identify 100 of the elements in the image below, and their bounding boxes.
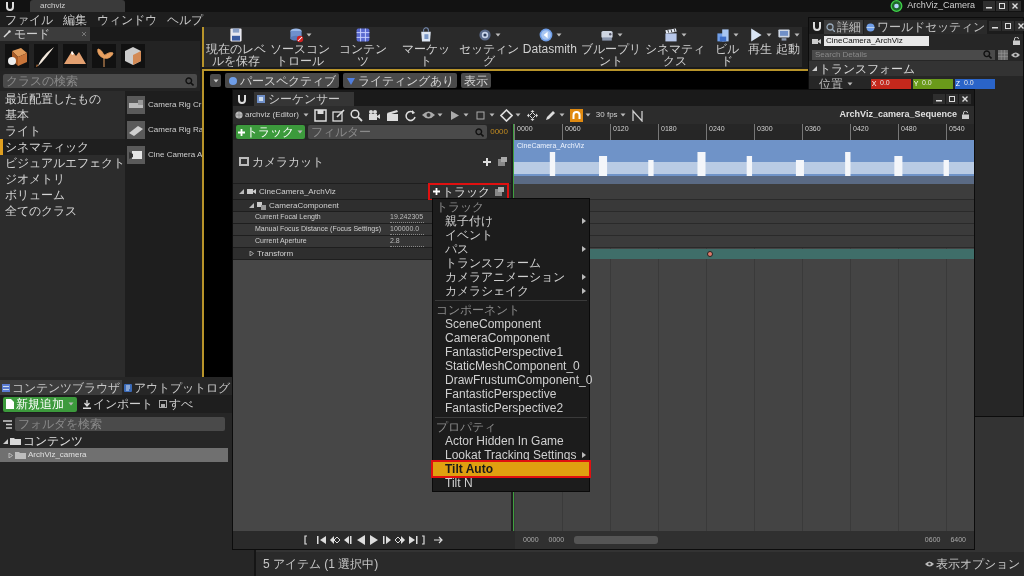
toolbar-button[interactable]: コンテンツ: [333, 27, 394, 67]
add-track-button[interactable]: トラック: [430, 184, 507, 199]
menu-item[interactable]: Actor Hidden In Game: [433, 434, 589, 448]
menu-item[interactable]: 親子付け: [433, 214, 589, 228]
keyframe[interactable]: [707, 251, 714, 257]
add-new-button[interactable]: 新規追加: [3, 396, 77, 412]
menu-item[interactable]: Tilt Auto: [433, 462, 589, 476]
asset-label[interactable]: Cine Camera A: [148, 148, 203, 161]
menu-item[interactable]: FantasticPerspective2: [433, 401, 589, 415]
toolbar-button[interactable]: セッティング: [457, 27, 520, 67]
menu-item[interactable]: StaticMeshComponent_0: [433, 359, 589, 373]
maximize-button[interactable]: [1002, 21, 1014, 31]
rail-icon[interactable]: [127, 95, 145, 114]
crane-icon[interactable]: [127, 120, 145, 139]
save-all-button[interactable]: すべ: [159, 398, 193, 410]
tree-item-selected[interactable]: ArchViz_camera: [0, 448, 228, 462]
step-forward-icon[interactable]: [382, 535, 392, 545]
video-camera-icon[interactable]: [367, 108, 381, 122]
search-icon[interactable]: [349, 108, 363, 122]
previous-key-icon[interactable]: [330, 535, 340, 545]
document-tab[interactable]: archviz: [30, 0, 125, 12]
view-options-button[interactable]: 表示オプション: [925, 558, 1020, 570]
property-label[interactable]: 位置: [819, 77, 871, 90]
step-back-icon[interactable]: [343, 535, 353, 545]
brush-icon[interactable]: [32, 42, 60, 70]
import-button[interactable]: インポート: [83, 398, 153, 410]
menu-item[interactable]: FantasticPerspective: [433, 387, 589, 401]
clapperboard-icon[interactable]: [385, 108, 399, 122]
leaf-icon[interactable]: [90, 42, 118, 70]
film-icon[interactable]: [498, 157, 507, 166]
maximize-button[interactable]: [946, 94, 958, 104]
box-icon[interactable]: [119, 42, 147, 70]
menu-item[interactable]: CameraComponent: [433, 331, 589, 345]
camera-icon[interactable]: [127, 145, 145, 164]
menu-item[interactable]: Lookat Tracking Settings: [433, 448, 589, 462]
name-field[interactable]: CineCamera_ArchViz: [824, 36, 929, 46]
toolbar-button[interactable]: ソースコントロール: [269, 27, 332, 67]
world-dropdown[interactable]: archviz (Editor): [235, 109, 309, 121]
menu-item[interactable]: ウィンドウ: [97, 13, 157, 26]
toolbar-button[interactable]: シネマティクス: [643, 27, 707, 67]
menu-item[interactable]: FantasticPerspective1: [433, 345, 589, 359]
menu-item[interactable]: トランスフォーム: [433, 256, 589, 270]
viewport-button[interactable]: 表示: [461, 73, 491, 88]
magnet-icon[interactable]: [569, 108, 583, 122]
mountain-icon[interactable]: [61, 42, 89, 70]
toolbar-button[interactable]: マーケット: [395, 27, 456, 67]
viewport-button[interactable]: ライティングあり: [343, 73, 457, 88]
panel-tab[interactable]: コンテンツブラウザ: [0, 380, 122, 395]
tree-item[interactable]: コンテンツ: [0, 434, 228, 448]
menu-item[interactable]: ヘルプ: [167, 13, 203, 26]
next-key-icon[interactable]: [395, 535, 405, 545]
panel-tab[interactable]: シーケンサー: [254, 92, 354, 106]
grid-icon[interactable]: [998, 49, 1008, 60]
pen-icon[interactable]: [543, 108, 557, 122]
skip-back-icon[interactable]: [317, 535, 327, 545]
curve-icon[interactable]: [630, 108, 644, 122]
frame-rate-dropdown[interactable]: 30 fps: [595, 109, 626, 121]
panel-tab[interactable]: ワールドセッティン: [864, 20, 987, 34]
cube-icon[interactable]: [3, 42, 31, 70]
menu-item[interactable]: Tilt N: [433, 476, 589, 490]
close-button[interactable]: [1009, 1, 1021, 11]
panel-tab[interactable]: モード: [0, 27, 90, 41]
toolbar-button[interactable]: ブループリント: [579, 27, 642, 67]
menu-item[interactable]: SceneComponent: [433, 317, 589, 331]
reverse-icon[interactable]: [356, 535, 366, 545]
play-icon[interactable]: [369, 535, 379, 545]
menu-item[interactable]: イベント: [433, 228, 589, 242]
viewport-button[interactable]: パースペクティブ: [225, 73, 339, 88]
asset-label[interactable]: Camera Rig Cr: [148, 98, 202, 111]
maximize-button[interactable]: [996, 1, 1008, 11]
category-item[interactable]: シネマティック: [0, 139, 125, 155]
toolbar-button[interactable]: 再生: [747, 27, 774, 67]
close-button[interactable]: [959, 94, 971, 104]
skip-forward-icon[interactable]: [408, 535, 418, 545]
minimize-button[interactable]: [933, 94, 945, 104]
menu-item[interactable]: ファイル: [5, 13, 53, 26]
refresh-icon[interactable]: [403, 108, 417, 122]
dropdown-button[interactable]: [210, 74, 221, 87]
close-button[interactable]: [1015, 21, 1024, 31]
menu-item[interactable]: パス: [433, 242, 589, 256]
minimize-button[interactable]: [983, 1, 995, 11]
menu-item[interactable]: カメラシェイク: [433, 284, 589, 298]
panel-tab[interactable]: アウトプットログ: [122, 380, 232, 395]
menu-item[interactable]: 編集: [63, 13, 87, 26]
menu-item[interactable]: カメラアニメーション: [433, 270, 589, 284]
arrow-icon[interactable]: [434, 535, 444, 545]
toolbar-button[interactable]: ビルド: [708, 27, 746, 67]
scrollbar-thumb[interactable]: [574, 536, 659, 544]
panel-tab[interactable]: 詳細: [824, 20, 863, 34]
edit-icon[interactable]: [331, 108, 345, 122]
square-icon[interactable]: [473, 108, 487, 122]
toolbar-button[interactable]: 現在のレベルを保存: [205, 27, 268, 67]
toolbar-button[interactable]: 起動: [775, 27, 802, 67]
plus-icon[interactable]: [483, 157, 491, 166]
save-icon[interactable]: [313, 108, 327, 122]
toolbar-button[interactable]: Datasmith: [521, 27, 578, 67]
minimize-button[interactable]: [989, 21, 1001, 31]
add-track-button[interactable]: トラック: [236, 125, 305, 139]
eye-icon[interactable]: [1011, 51, 1020, 58]
diamond-icon[interactable]: [499, 108, 513, 122]
